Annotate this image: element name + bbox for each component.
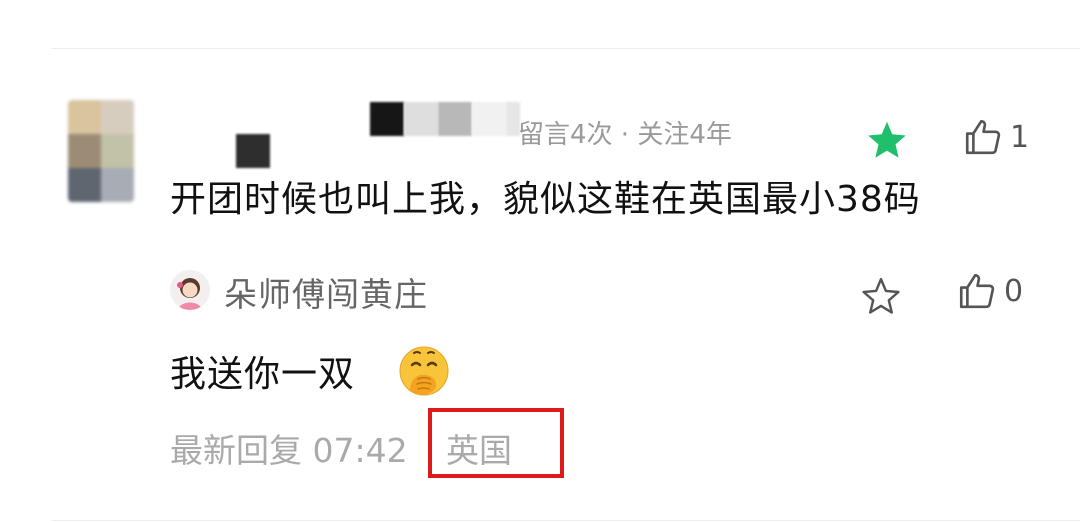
star-filled-icon[interactable]	[866, 120, 908, 160]
comment-text: 开团时候也叫上我，貌似这鞋在英国最小38码	[170, 179, 921, 220]
reply-like-count: 0	[1004, 273, 1024, 309]
commenter-avatar[interactable]	[68, 100, 134, 202]
latest-reply-time: 最新回复 07:42	[170, 431, 408, 470]
reply-like-button[interactable]: 0	[956, 270, 1023, 312]
location-highlight-box	[428, 408, 564, 478]
reply-author-name[interactable]: 朵师傅闯黄庄	[224, 268, 428, 316]
comment-like-count: 1	[1010, 119, 1030, 155]
hand-over-mouth-emoji	[399, 346, 449, 396]
top-divider	[52, 48, 1080, 49]
thumbs-up-icon	[959, 273, 995, 309]
comment-like-button[interactable]: 1	[962, 116, 1029, 158]
reply-author-avatar[interactable]	[170, 270, 210, 310]
star-outline-icon[interactable]	[860, 276, 902, 316]
bottom-divider	[52, 520, 1080, 521]
thumbs-up-icon	[965, 119, 1001, 155]
comment-meta: 留言4次 · 关注4年	[518, 120, 732, 150]
reply-text: 我送你一双	[170, 354, 356, 395]
